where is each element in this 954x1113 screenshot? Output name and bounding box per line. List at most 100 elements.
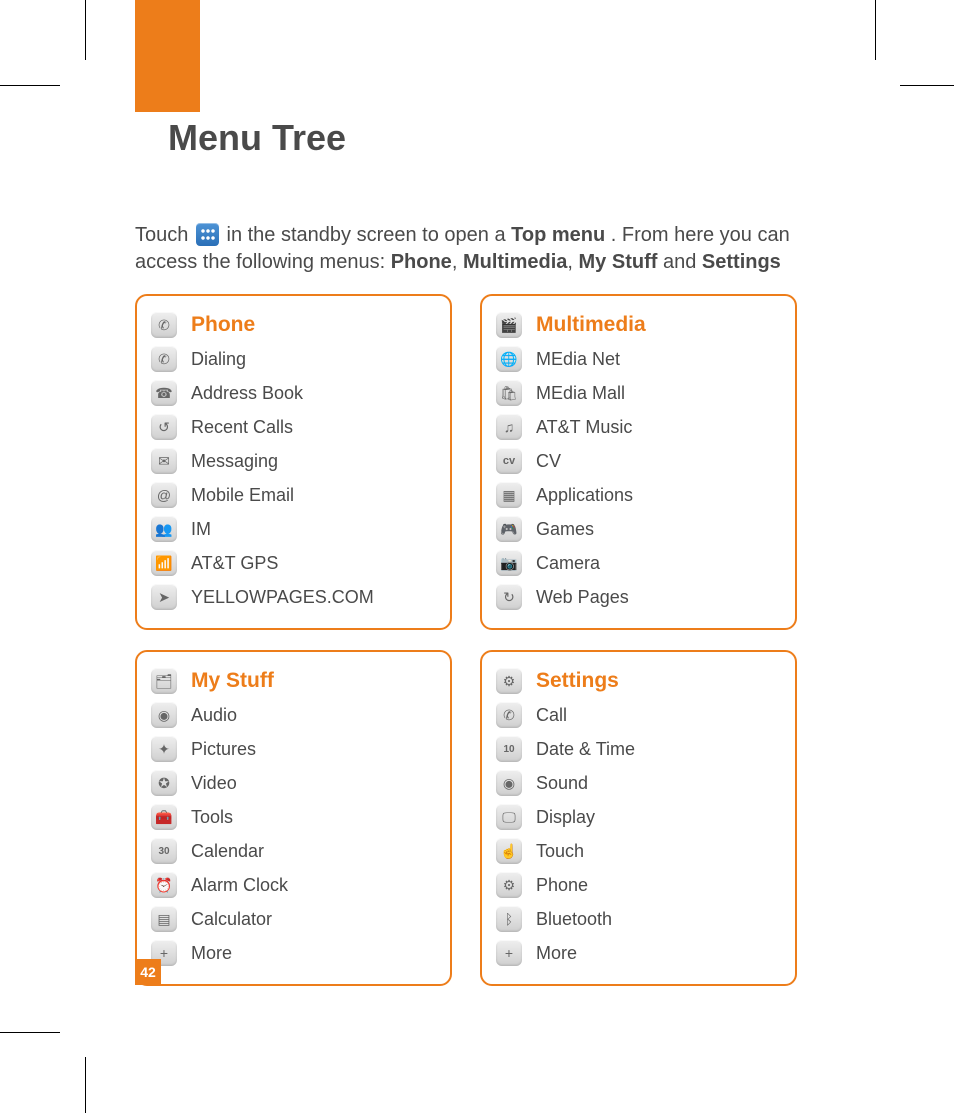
list-item: ➤ YELLOWPAGES.COM [151,580,436,614]
item-label: AT&T Music [536,417,632,438]
item-label: Address Book [191,383,303,404]
gps-icon: 📶 [151,550,177,576]
list-item: ⚙Phone [496,868,781,902]
list-item: 🌐 MEdia Net [496,342,781,376]
list-item: ✆ Dialing [151,342,436,376]
yellowpages-icon: ➤ [151,584,177,610]
alarm-icon: ⏰ [151,872,177,898]
intro-m2: Multimedia [463,251,567,273]
list-item: ☝Touch [496,834,781,868]
item-label: More [191,943,232,964]
list-item: 👥IM [151,512,436,546]
card-multimedia: 🎬 Multimedia 🌐 MEdia Net 🛍 MEdia Mall ♫ AT&… [480,294,797,630]
call-icon: ✆ [496,702,522,728]
item-label: Messaging [191,451,278,472]
media-mall-icon: 🛍 [496,380,522,406]
clapper-icon: 🎬 [496,312,522,338]
games-icon: 🎮 [496,516,522,542]
camera-icon: 📷 [496,550,522,576]
item-label: Mobile Email [191,485,294,506]
card-title: Settings [536,669,619,693]
item-label: Sound [536,773,588,794]
list-item: ▤Calculator [151,902,436,936]
mobile-email-icon: @ [151,482,177,508]
card-phone: ✆ Phone ✆ Dialing ☎ Address Book ↺ Recent C… [135,294,452,630]
cv-icon: cv [496,448,522,474]
item-label: Alarm Clock [191,875,288,896]
item-label: Bluetooth [536,909,612,930]
item-label: YELLOWPAGES.COM [191,587,374,608]
item-label: Games [536,519,594,540]
page-number: 42 [135,959,161,985]
crop-mark [0,85,60,86]
item-label: Web Pages [536,587,629,608]
list-item: @ Mobile Email [151,478,436,512]
list-item: ♫ AT&T Music [496,410,781,444]
more-icon: + [496,940,522,966]
sound-icon: ◉ [496,770,522,796]
messaging-icon: ✉ [151,448,177,474]
page-title: Menu Tree [168,117,346,159]
pictures-icon: ✦ [151,736,177,762]
display-icon: 🖵 [496,804,522,830]
list-item: + More [496,936,781,970]
item-label: Call [536,705,567,726]
phone-settings-icon: ⚙ [496,872,522,898]
item-label: Tools [191,807,233,828]
audio-icon: ◉ [151,702,177,728]
item-label: Dialing [191,349,246,370]
intro-mid: in the standby screen to open a [227,224,512,246]
item-label: More [536,943,577,964]
card-title: Phone [191,313,255,337]
list-item: 🖵 Display [496,800,781,834]
gear-icon: ⚙ [496,668,522,694]
list-item: ✆ Call [496,698,781,732]
item-label: CV [536,451,561,472]
music-icon: ♫ [496,414,522,440]
item-label: MEdia Mall [536,383,625,404]
item-label: Audio [191,705,237,726]
item-label: IM [191,519,211,540]
dialing-icon: ✆ [151,346,177,372]
item-label: Touch [536,841,584,862]
phone-icon: ✆ [151,312,177,338]
item-label: Display [536,807,595,828]
list-item: ✦Pictures [151,732,436,766]
list-item: 📶 AT&T GPS [151,546,436,580]
list-item: ↺ Recent Calls [151,410,436,444]
item-label: Recent Calls [191,417,293,438]
list-item: ᛒ Bluetooth [496,902,781,936]
card-mystuff: 🗂 My Stuff ◉Audio ✦Pictures ✪Video 🧰Tool… [135,650,452,986]
calendar-icon: 30 [151,838,177,864]
list-item: cv CV [496,444,781,478]
card-title: My Stuff [191,669,274,693]
list-item: ✉ Messaging [151,444,436,478]
page-tab [135,0,200,112]
tools-icon: 🧰 [151,804,177,830]
crop-mark [875,0,876,60]
crop-mark [85,0,86,60]
item-label: Calendar [191,841,264,862]
list-item: ⏰ Alarm Clock [151,868,436,902]
intro-m4: Settings [702,251,781,273]
item-label: Calculator [191,909,272,930]
list-item: ↻ Web Pages [496,580,781,614]
menu-icon [196,223,219,246]
intro-m3: My Stuff [579,251,658,273]
item-label: Date & Time [536,739,635,760]
item-label: MEdia Net [536,349,620,370]
list-item: +More [151,936,436,970]
card-title: Multimedia [536,313,646,337]
web-pages-icon: ↻ [496,584,522,610]
media-net-icon: 🌐 [496,346,522,372]
item-label: AT&T GPS [191,553,278,574]
recent-calls-icon: ↺ [151,414,177,440]
bluetooth-icon: ᛒ [496,906,522,932]
intro-top-menu: Top menu [511,224,605,246]
list-item: ☎ Address Book [151,376,436,410]
address-book-icon: ☎ [151,380,177,406]
crop-mark [0,1032,60,1033]
intro-text: Touch in the standby screen to open a To… [135,222,795,276]
folder-icon: 🗂 [151,668,177,694]
card-settings: ⚙ Settings ✆Call 10Date & Time ◉Sound 🖵D… [480,650,797,986]
